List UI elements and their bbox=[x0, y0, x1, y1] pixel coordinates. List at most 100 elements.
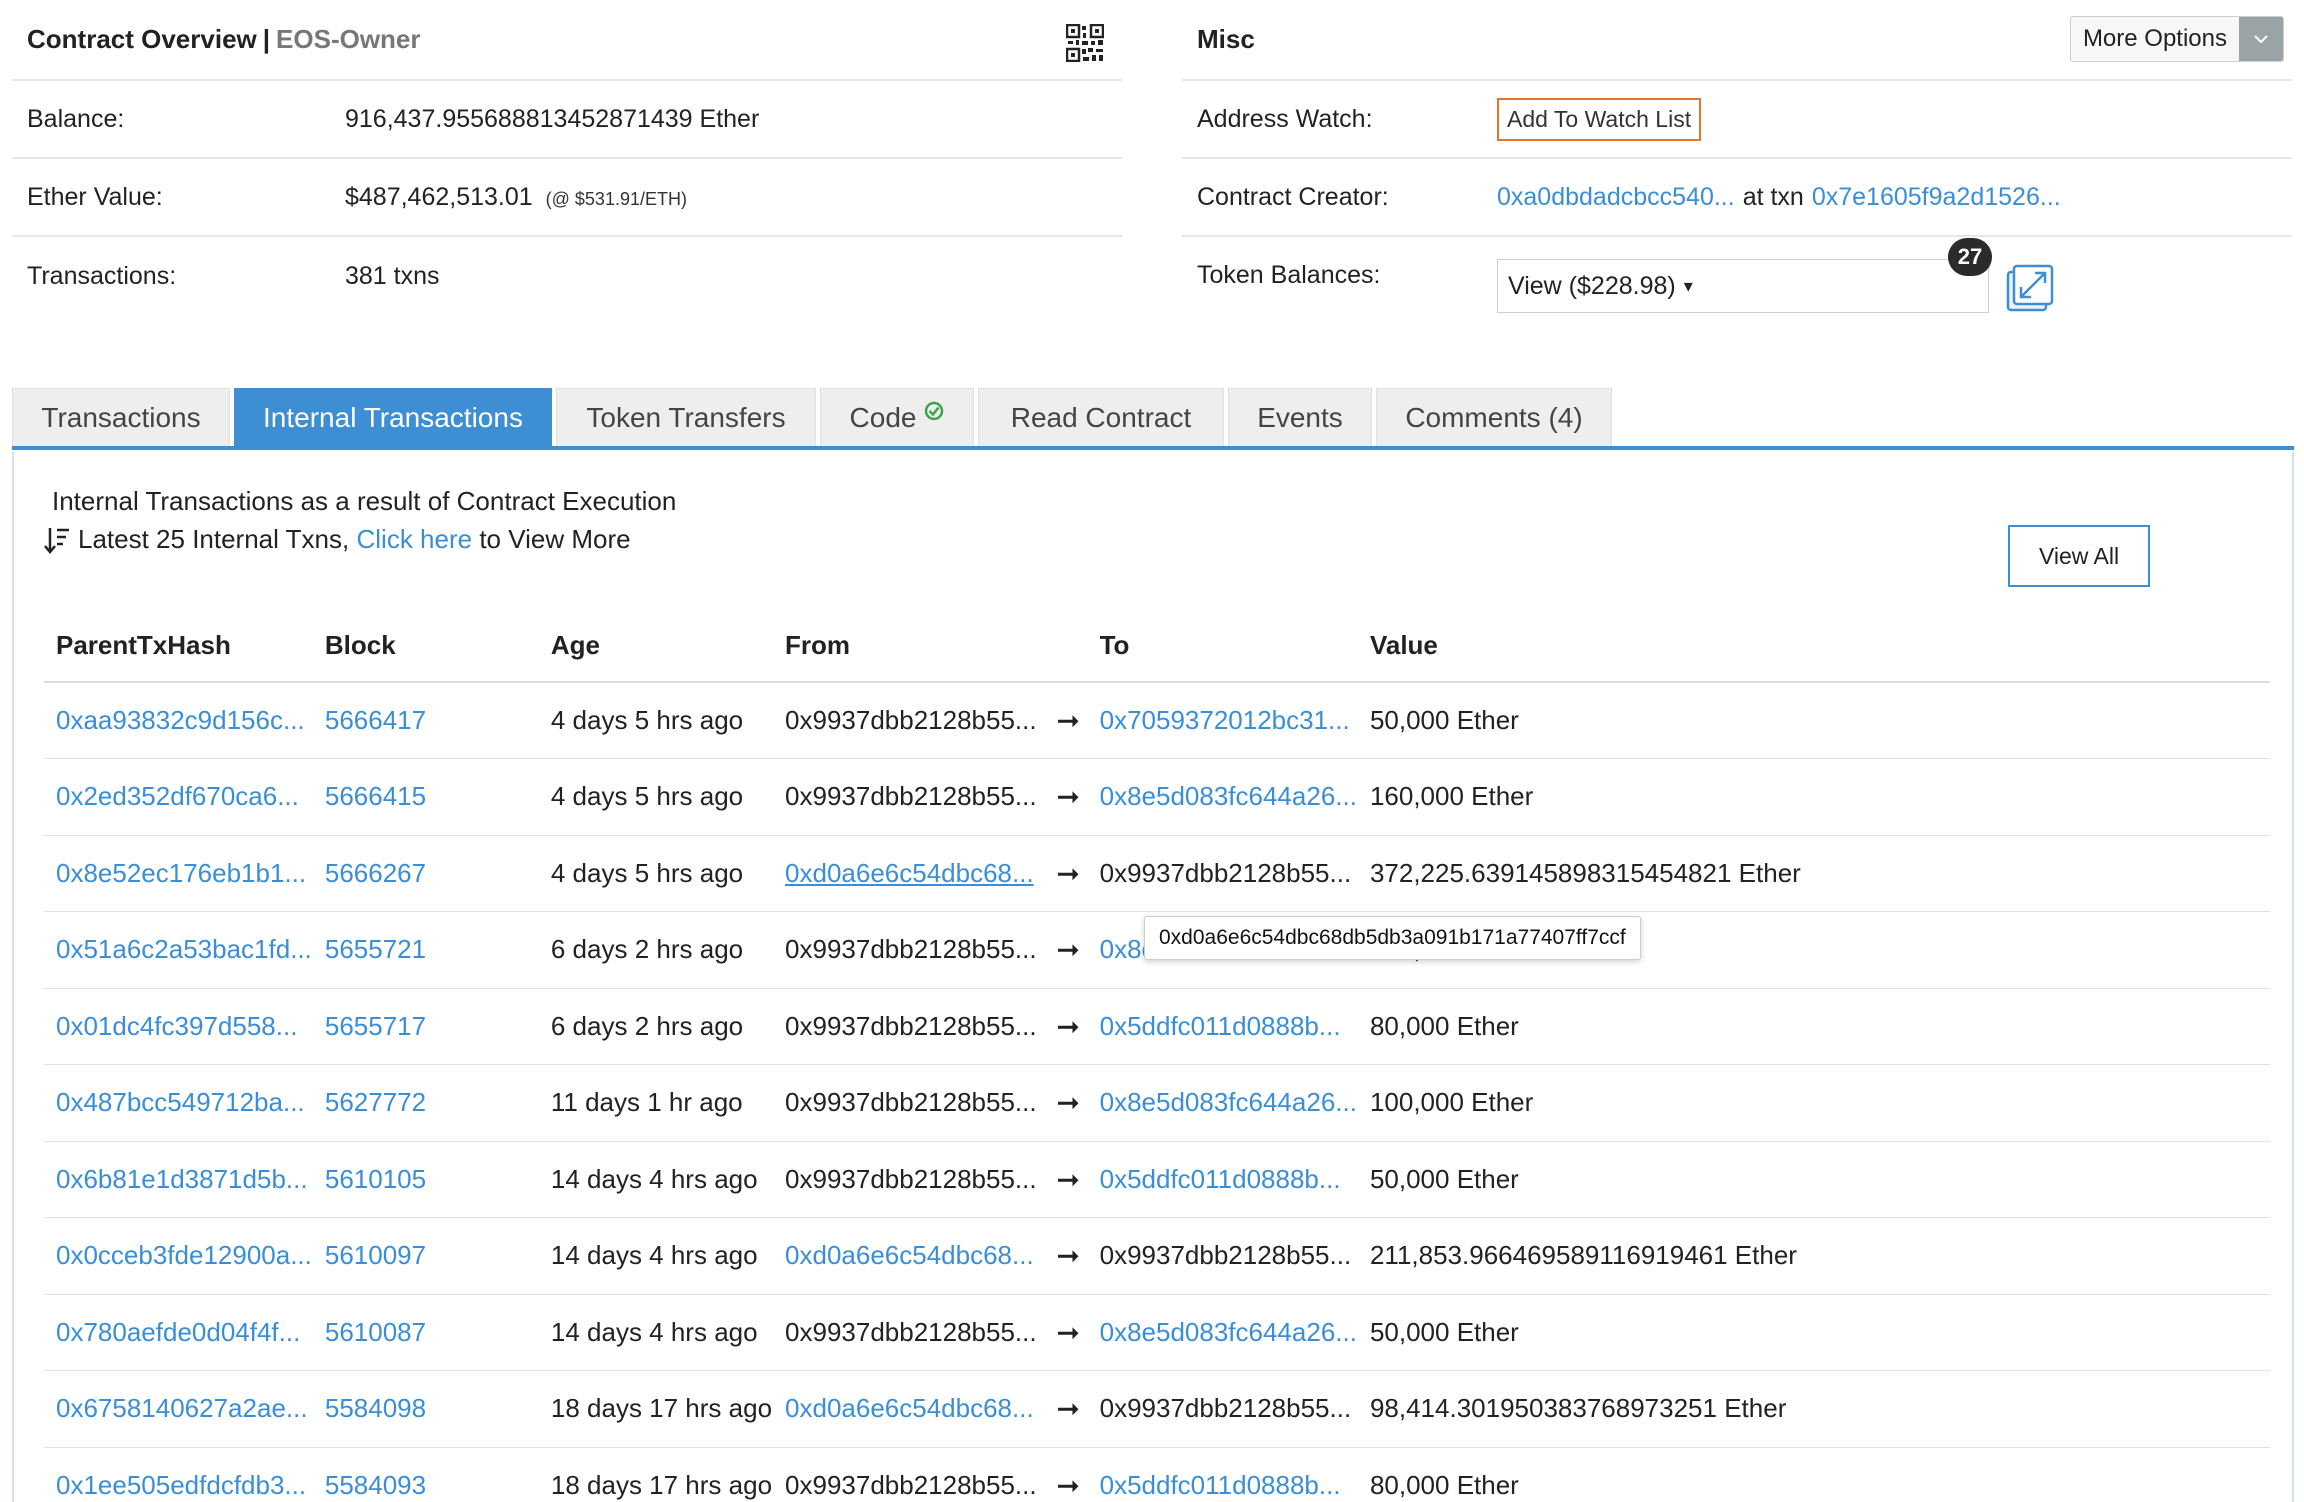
parent-tx-hash-link[interactable]: 0x6b81e1d3871d5b... bbox=[56, 1164, 308, 1194]
age-cell-cell: 18 days 17 hrs ago bbox=[538, 1370, 774, 1448]
age-cell: 14 days 4 hrs ago bbox=[550, 1316, 758, 1347]
tab-comments[interactable]: Comments (4) bbox=[1376, 388, 1612, 446]
token-view-label: View ($228.98) bbox=[1508, 271, 1676, 300]
age-cell: 6 days 2 hrs ago bbox=[550, 1010, 744, 1041]
latest-prefix: Latest 25 Internal Txns, bbox=[78, 524, 350, 554]
click-here-link[interactable]: Click here bbox=[356, 524, 472, 555]
parent-tx-hash-link[interactable]: 0x8e52ec176eb1b1... bbox=[56, 858, 306, 888]
chevron-down-icon bbox=[2254, 35, 2268, 44]
title-separator: | bbox=[262, 24, 271, 54]
to-address: 0x9937dbb2128b55... bbox=[1099, 857, 1352, 888]
view-all-button[interactable]: View All bbox=[2008, 525, 2150, 587]
age-cell: 4 days 5 hrs ago bbox=[550, 781, 744, 812]
to-address: 0x9937dbb2128b55... bbox=[1099, 1393, 1352, 1424]
block-link-cell: 5666267 bbox=[312, 835, 539, 912]
add-to-watch-list-button[interactable]: Add To Watch List bbox=[1497, 97, 1702, 141]
to-address[interactable]: 0x5ddfc011d0888b... bbox=[1100, 1164, 1341, 1194]
block-link[interactable]: 5610097 bbox=[325, 1240, 426, 1270]
parent-tx-hash-link-cell: 0x51a6c2a53bac1fd... bbox=[44, 911, 313, 989]
tab-internal-transactions[interactable]: Internal Transactions bbox=[234, 388, 552, 446]
parent-tx-hash-link[interactable]: 0xaa93832c9d156c... bbox=[56, 705, 305, 735]
address-watch-row: Address Watch: Add To Watch List bbox=[1182, 81, 2292, 159]
qr-code-icon[interactable] bbox=[1066, 24, 1104, 62]
transfer-arrow-icon: ➞ bbox=[1056, 1087, 1080, 1119]
table-row: 0x6758140627a2ae... 5584098 18 days 17 hrs… bbox=[44, 1370, 2270, 1448]
age-cell-cell: 14 days 4 hrs ago bbox=[538, 1141, 774, 1218]
age-cell-cell: 18 days 17 hrs ago bbox=[538, 1447, 774, 1502]
verified-check-icon bbox=[925, 401, 944, 420]
block-link[interactable]: 5655717 bbox=[325, 1011, 426, 1041]
to-address[interactable]: 0x7059372012bc31... bbox=[1100, 705, 1350, 735]
from-address-cell: 0x9937dbb2128b55... bbox=[773, 1064, 1038, 1142]
to-address-cell: 0x8e5d083fc644a26... bbox=[1087, 758, 1358, 836]
table-header-row: ParentTxHash Block Age From To Value bbox=[44, 610, 2270, 683]
parent-tx-hash-link[interactable]: 0x6758140627a2ae... bbox=[56, 1393, 308, 1423]
tab-token-transfers[interactable]: Token Transfers bbox=[556, 388, 816, 446]
to-address[interactable]: 0x5ddfc011d0888b... bbox=[1100, 1470, 1341, 1500]
block-link[interactable]: 5655721 bbox=[325, 934, 426, 964]
header-age: Age bbox=[538, 610, 774, 683]
parent-tx-hash-link[interactable]: 0x1ee505edfdcfdb3... bbox=[56, 1470, 306, 1500]
misc-header: Misc More Options bbox=[1182, 0, 2292, 81]
value-cell-cell: 98,414.301950383768973251 Ether bbox=[1357, 1370, 2270, 1448]
block-link[interactable]: 5610105 bbox=[325, 1164, 426, 1194]
transfer-arrow-icon-cell: ➞ bbox=[1037, 1217, 1088, 1295]
tab-events[interactable]: Events bbox=[1228, 388, 1372, 446]
from-address[interactable]: 0xd0a6e6c54dbc68... bbox=[785, 1393, 1034, 1423]
parent-tx-hash-link-cell: 0x8e52ec176eb1b1... bbox=[44, 835, 313, 912]
from-address[interactable]: 0xd0a6e6c54dbc68... bbox=[785, 1240, 1034, 1270]
value-cell-cell: 80,000 Ether bbox=[1357, 1447, 2270, 1502]
tab-bar: Transactions Internal Transactions Token… bbox=[12, 388, 2294, 450]
internal-transactions-panel: Internal Transactions as a result of Con… bbox=[12, 452, 2294, 1502]
to-address-cell: 0x5ddfc011d0888b... bbox=[1087, 988, 1358, 1065]
creator-address-link[interactable]: 0xa0dbdadcbcc540... bbox=[1497, 183, 1735, 212]
age-cell: 6 days 2 hrs ago bbox=[550, 934, 744, 965]
age-cell: 4 days 5 hrs ago bbox=[550, 857, 744, 888]
to-address-cell: 0x8e5d083fc644a26... bbox=[1087, 1294, 1358, 1371]
header-arrow bbox=[1037, 610, 1088, 683]
parent-tx-hash-link-cell: 0x01dc4fc397d558... bbox=[44, 988, 313, 1065]
balance-label: Balance: bbox=[27, 104, 125, 133]
creator-txn-link[interactable]: 0x7e1605f9a2d1526... bbox=[1812, 183, 2061, 212]
block-link[interactable]: 5627772 bbox=[325, 1087, 426, 1117]
block-link[interactable]: 5584093 bbox=[325, 1470, 426, 1500]
more-options-button[interactable]: More Options bbox=[2069, 16, 2284, 62]
from-address[interactable]: 0xd0a6e6c54dbc68... bbox=[785, 858, 1034, 888]
age-cell: 4 days 5 hrs ago bbox=[550, 705, 744, 735]
block-link-cell: 5627772 bbox=[312, 1064, 539, 1142]
parent-tx-hash-link-cell: 0x780aefde0d04f4f... bbox=[44, 1294, 313, 1371]
transfer-arrow-icon-cell: ➞ bbox=[1037, 1064, 1088, 1142]
to-address[interactable]: 0x8e5d083fc644a26... bbox=[1100, 1087, 1357, 1117]
parent-tx-hash-link[interactable]: 0x2ed352df670ca6... bbox=[56, 781, 299, 811]
block-link[interactable]: 5610087 bbox=[325, 1317, 426, 1347]
to-address-cell: 0x8e5d083fc644a26... bbox=[1087, 1064, 1358, 1142]
block-link[interactable]: 5584098 bbox=[325, 1393, 426, 1423]
parent-tx-hash-link[interactable]: 0x51a6c2a53bac1fd... bbox=[56, 934, 312, 964]
block-link[interactable]: 5666267 bbox=[325, 858, 426, 888]
token-balances-dropdown[interactable]: View ($228.98) ▾ 27 bbox=[1497, 238, 1992, 313]
tab-read-contract[interactable]: Read Contract bbox=[978, 388, 1224, 446]
parent-tx-hash-link[interactable]: 0x780aefde0d04f4f... bbox=[56, 1317, 300, 1347]
block-link[interactable]: 5666415 bbox=[325, 781, 426, 811]
parent-tx-hash-link[interactable]: 0x0cceb3fde12900a... bbox=[56, 1240, 312, 1270]
to-address[interactable]: 0x5ddfc011d0888b... bbox=[1100, 1011, 1341, 1041]
address-watch-label: Address Watch: bbox=[1197, 104, 1373, 133]
to-address[interactable]: 0x8e5d083fc644a26... bbox=[1100, 781, 1357, 811]
misc-title: Misc bbox=[1197, 24, 1255, 54]
parent-tx-hash-link[interactable]: 0x01dc4fc397d558... bbox=[56, 1011, 297, 1041]
from-address-cell: 0xd0a6e6c54dbc68... bbox=[773, 1217, 1038, 1295]
tab-transactions[interactable]: Transactions bbox=[12, 388, 230, 446]
transfer-arrow-icon: ➞ bbox=[1056, 1163, 1080, 1195]
parent-tx-hash-link[interactable]: 0x487bcc549712ba... bbox=[56, 1087, 305, 1117]
value-cell: 50,000 Ether bbox=[1369, 1163, 1519, 1194]
transfer-arrow-icon-cell: ➞ bbox=[1037, 911, 1088, 989]
transfer-arrow-icon-cell: ➞ bbox=[1037, 1370, 1088, 1448]
age-cell-cell: 4 days 5 hrs ago bbox=[538, 758, 774, 836]
block-link-cell: 5610105 bbox=[312, 1141, 539, 1218]
to-address[interactable]: 0x8e5d083fc644a26... bbox=[1100, 1317, 1357, 1347]
token-balances-row: Token Balances: View ($228.98) ▾ 27 bbox=[1182, 237, 2292, 315]
more-options-caret bbox=[2239, 17, 2283, 61]
expand-icon[interactable] bbox=[2005, 263, 2055, 313]
block-link[interactable]: 5666417 bbox=[325, 705, 426, 735]
tab-code[interactable]: Code bbox=[820, 388, 974, 446]
